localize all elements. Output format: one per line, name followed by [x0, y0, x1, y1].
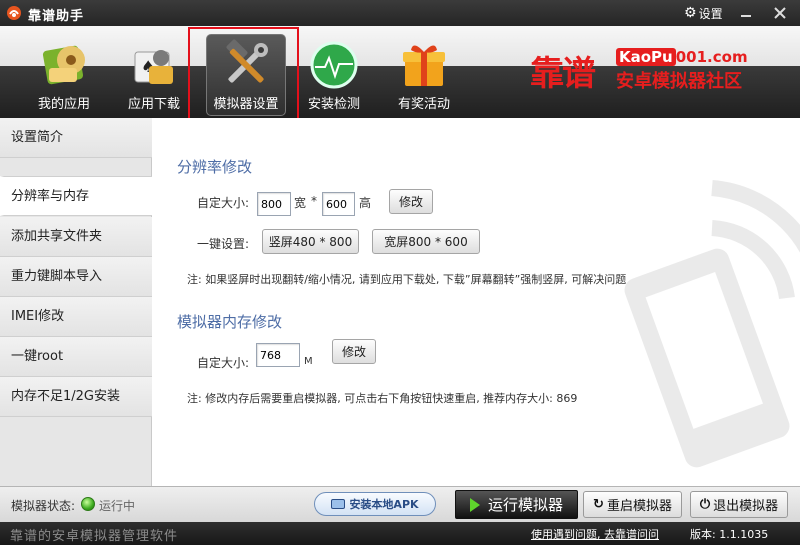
- emulator-status-text: 运行中: [99, 499, 136, 513]
- sidebar-item-root[interactable]: 一键root: [0, 337, 152, 377]
- memory-modify-button[interactable]: 修改: [332, 339, 376, 364]
- app-logo-icon: [7, 6, 21, 20]
- restart-emulator-button[interactable]: ↻ 重启模拟器: [583, 491, 682, 518]
- logo-url-suffix: 001.com: [675, 48, 748, 66]
- portrait-preset-button[interactable]: 竖屏480 * 800: [262, 229, 359, 254]
- width-unit-label: 宽: [294, 196, 307, 210]
- tab-label: 应用下载: [127, 97, 180, 112]
- settings-button[interactable]: ⚙ 设置: [684, 4, 723, 22]
- times-sign: *: [311, 194, 317, 208]
- memory-section-title: 模拟器内存修改: [177, 313, 283, 331]
- power-icon: ⏻: [699, 497, 711, 512]
- tab-my-apps[interactable]: 我的应用: [22, 26, 106, 118]
- memory-unit-label: M: [304, 356, 313, 367]
- brand-logo: 靠谱 KaoPu 001.com 安卓模拟器社区: [530, 44, 756, 100]
- sidebar-item-gravity-script[interactable]: 重力键脚本导入: [0, 257, 152, 297]
- play-icon: [469, 497, 480, 512]
- install-apk-label: 安装本地APK: [349, 498, 419, 511]
- emulator-status-label: 模拟器状态:: [11, 499, 76, 513]
- tab-prize-events[interactable]: 有奖活动: [382, 26, 466, 118]
- status-bar: 模拟器状态: 运行中 安装本地APK 运行模拟器 ↻ 重启模拟器 ⏻ 退出模拟器: [0, 486, 800, 522]
- app-title: 靠谱助手: [28, 9, 85, 24]
- restart-emulator-label: 重启模拟器: [606, 499, 672, 514]
- install-local-apk-button[interactable]: 安装本地APK: [314, 492, 436, 516]
- resolution-note: 注: 如果竖屏时出现翻转/缩小情况, 请到应用下载处, 下载”屏幕翻转”强制竖屏…: [187, 273, 627, 286]
- memory-note: 注: 修改内存后需要重启模拟器, 可点击右下角按钮快速重启, 推荐内存大小: 8…: [187, 392, 578, 405]
- selection-highlight-frame: [188, 27, 299, 121]
- gift-icon: [403, 45, 445, 86]
- memory-custom-label: 自定大小:: [197, 356, 250, 370]
- exit-emulator-label: 退出模拟器: [713, 499, 779, 514]
- tab-label: 安装检测: [307, 97, 360, 112]
- run-emulator-label: 运行模拟器: [487, 496, 563, 514]
- logo-brand-text: 靠谱: [530, 54, 596, 94]
- help-link[interactable]: 使用遇到问题, 去靠谱问问: [531, 526, 659, 542]
- sidebar-item-resolution-memory[interactable]: 分辨率与内存: [0, 176, 153, 216]
- status-indicator-icon: [81, 497, 95, 511]
- my-apps-icon: [42, 45, 85, 85]
- restart-icon: ↻: [593, 497, 604, 512]
- memory-size-input[interactable]: [256, 343, 300, 367]
- close-icon: [774, 7, 786, 19]
- run-emulator-button[interactable]: 运行模拟器: [455, 490, 578, 519]
- tab-install-check[interactable]: 安装检测: [292, 26, 376, 118]
- minimize-icon: [741, 15, 751, 17]
- footer-bar: 靠谱的安卓模拟器管理软件 使用遇到问题, 去靠谱问问 版本: 1.1.1035: [0, 522, 800, 545]
- resolution-custom-label: 自定大小:: [197, 196, 250, 210]
- settings-label: 设置: [698, 6, 723, 21]
- sidebar-item-intro[interactable]: 设置简介: [0, 118, 152, 158]
- phone-watermark-icon: [624, 180, 800, 468]
- quick-setting-label: 一键设置:: [197, 237, 250, 251]
- tab-label: 有奖活动: [397, 97, 450, 112]
- minimize-button[interactable]: [736, 4, 756, 22]
- resolution-height-input[interactable]: [322, 192, 355, 216]
- app-download-icon: ♠: [134, 50, 173, 84]
- height-unit-label: 高: [359, 196, 372, 210]
- version-label: 版本: 1.1.1035: [690, 528, 769, 541]
- logo-url-prefix: KaoPu: [616, 48, 676, 66]
- gear-icon: ⚙: [684, 5, 697, 21]
- logo-subtitle: 安卓模拟器社区: [616, 71, 742, 92]
- sidebar-item-shared-folder[interactable]: 添加共享文件夹: [0, 217, 152, 257]
- sidebar-item-low-memory[interactable]: 内存不足1/2G安装: [0, 377, 152, 417]
- close-button[interactable]: [770, 4, 790, 22]
- resolution-width-input[interactable]: [257, 192, 291, 216]
- title-bar: 靠谱助手 ⚙ 设置: [0, 0, 800, 26]
- tab-label: 我的应用: [37, 97, 90, 112]
- exit-emulator-button[interactable]: ⏻ 退出模拟器: [690, 491, 788, 518]
- settings-sidebar: 设置简介 分辨率与内存 添加共享文件夹 重力键脚本导入 IMEI修改 一键roo…: [0, 118, 153, 486]
- logo-url: KaoPu 001.com: [616, 48, 748, 66]
- install-check-icon: [310, 41, 358, 89]
- resolution-section-title: 分辨率修改: [177, 158, 253, 176]
- sidebar-item-imei[interactable]: IMEI修改: [0, 297, 152, 337]
- tab-app-download[interactable]: ♠ 应用下载: [112, 26, 196, 118]
- footer-slogan: 靠谱的安卓模拟器管理软件: [10, 529, 179, 544]
- settings-panel: 分辨率修改 自定大小: 宽 * 高 修改 一键设置: 竖屏480 * 800 宽…: [152, 118, 800, 486]
- resolution-modify-button[interactable]: 修改: [389, 189, 433, 214]
- landscape-preset-button[interactable]: 宽屏800 * 600: [372, 229, 480, 254]
- apk-install-icon: [331, 499, 346, 509]
